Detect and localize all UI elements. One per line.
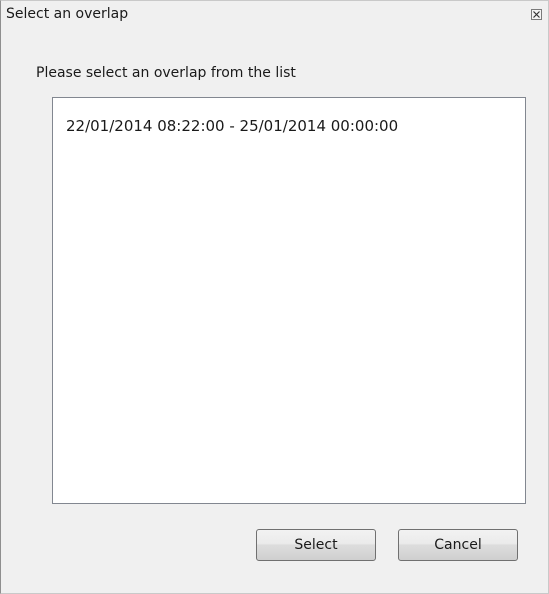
- cancel-button[interactable]: Cancel: [398, 529, 518, 561]
- window-title: Select an overlap: [6, 6, 129, 22]
- select-overlap-dialog: Select an overlap Please select an overl…: [0, 0, 549, 594]
- overlap-listbox[interactable]: 22/01/2014 08:22:00 - 25/01/2014 00:00:0…: [52, 97, 526, 504]
- instruction-label: Please select an overlap from the list: [36, 65, 296, 81]
- close-icon: [533, 11, 540, 18]
- select-button[interactable]: Select: [256, 529, 376, 561]
- title-bar: Select an overlap: [1, 1, 548, 27]
- close-button[interactable]: [531, 9, 542, 20]
- list-item[interactable]: 22/01/2014 08:22:00 - 25/01/2014 00:00:0…: [66, 117, 398, 135]
